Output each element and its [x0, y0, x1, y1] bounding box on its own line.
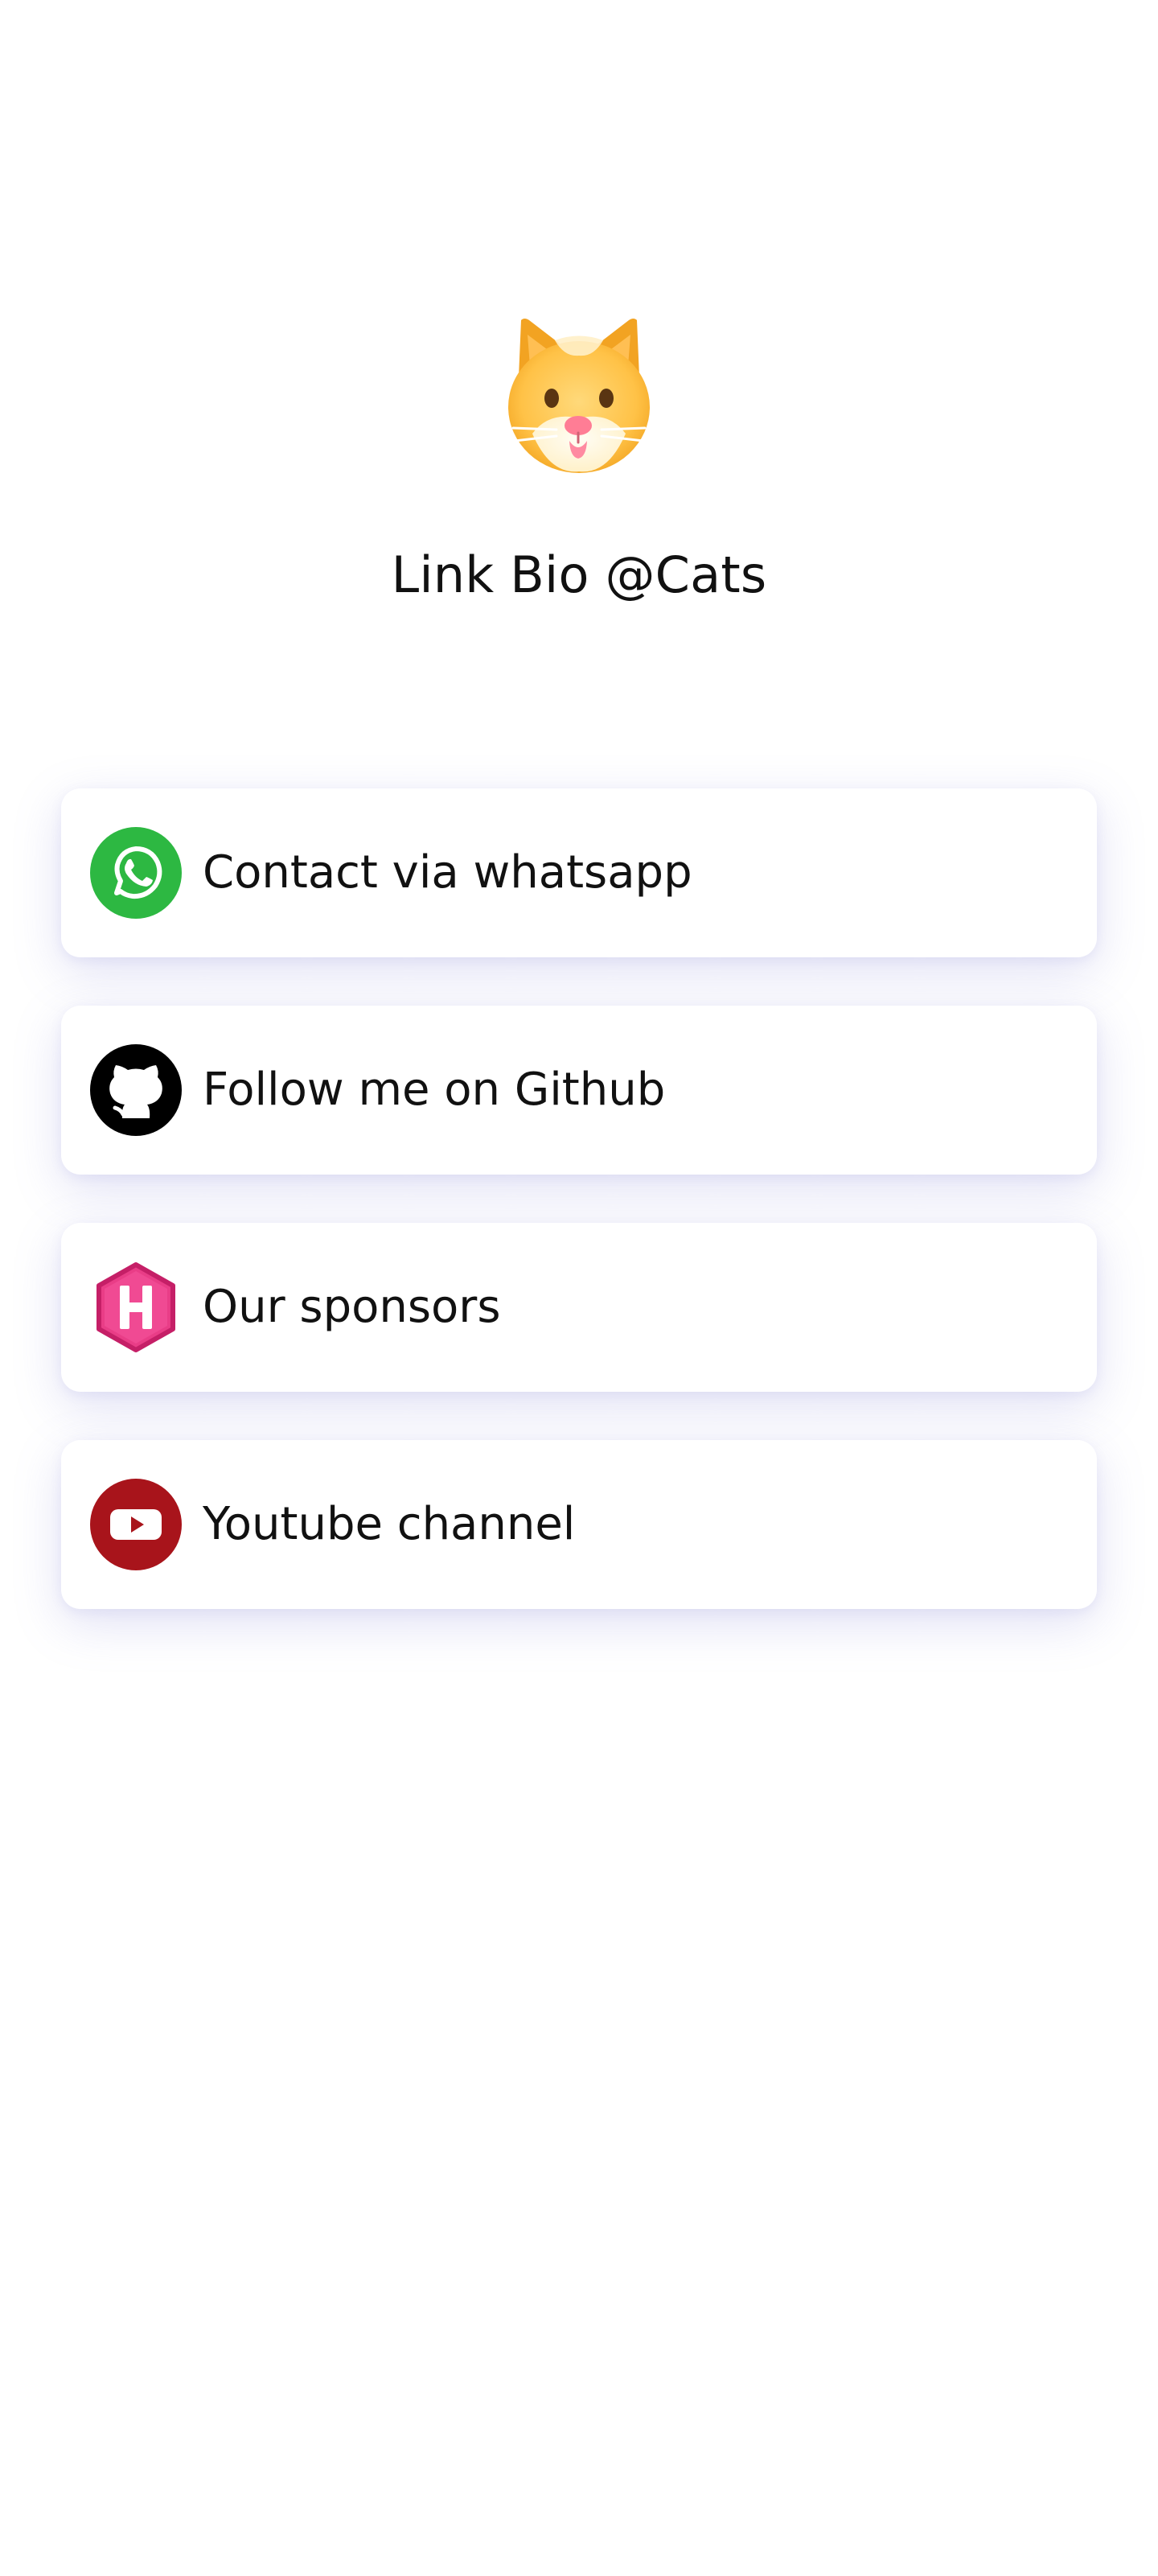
link-sponsors[interactable]: Our sponsors — [61, 1223, 1097, 1392]
link-label-sponsors: Our sponsors — [203, 1281, 501, 1333]
link-bio-page: Link Bio @Cats Contact via whatsapp Foll… — [0, 0, 1158, 2576]
link-label-github: Follow me on Github — [203, 1064, 666, 1116]
cat-face-icon — [497, 312, 661, 476]
link-github[interactable]: Follow me on Github — [61, 1006, 1097, 1175]
page-title: Link Bio @Cats — [391, 545, 767, 604]
link-youtube[interactable]: Youtube channel — [61, 1440, 1097, 1609]
link-label-whatsapp: Contact via whatsapp — [203, 846, 692, 899]
link-whatsapp[interactable]: Contact via whatsapp — [61, 788, 1097, 957]
whatsapp-icon — [90, 827, 182, 919]
link-label-youtube: Youtube channel — [203, 1498, 576, 1550]
youtube-icon — [90, 1479, 182, 1570]
link-list: Contact via whatsapp Follow me on Github — [61, 788, 1097, 1657]
github-icon — [90, 1044, 182, 1136]
hashnode-icon — [90, 1261, 182, 1353]
